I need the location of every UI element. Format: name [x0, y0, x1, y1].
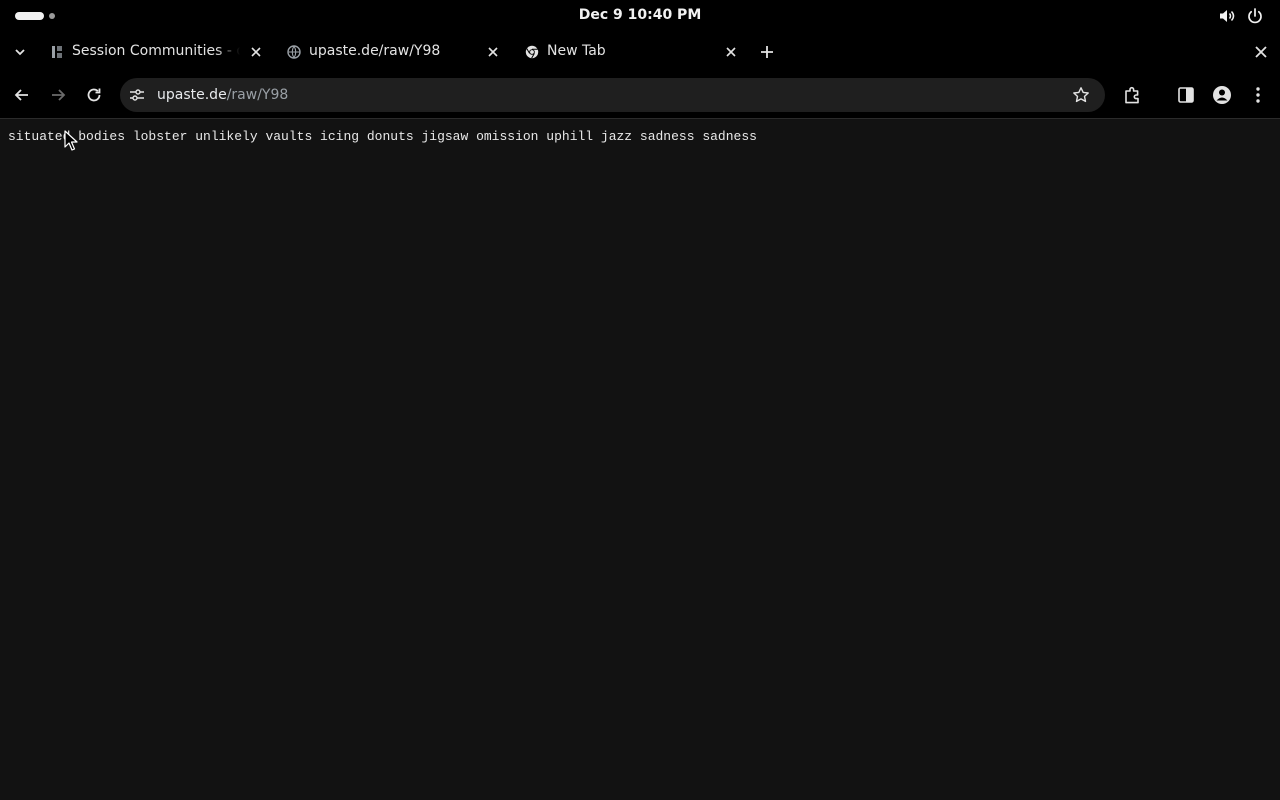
tab-title: Session Communities - o: [72, 43, 240, 59]
tab-search-chevron-icon[interactable]: [12, 46, 28, 58]
url-text: upaste.de/raw/Y98: [157, 87, 288, 103]
reload-icon[interactable]: [84, 85, 104, 105]
tab-strip: Session Communities - o upaste.de/raw/Y9…: [0, 32, 1280, 72]
close-tab-icon[interactable]: [487, 46, 499, 58]
tab-upaste[interactable]: upaste.de/raw/Y98: [287, 36, 503, 68]
mouse-pointer-icon: [64, 130, 78, 151]
session-icon: [52, 46, 62, 58]
power-icon[interactable]: [1246, 7, 1264, 25]
chrome-icon: [525, 45, 539, 59]
more-menu-icon[interactable]: [1248, 85, 1268, 105]
side-panel-icon[interactable]: [1176, 85, 1196, 105]
page-content: situated bodies lobster unlikely vaults …: [0, 119, 1280, 800]
bookmark-star-icon[interactable]: [1072, 86, 1090, 104]
extensions-puzzle-icon[interactable]: [1123, 85, 1143, 105]
tab-title: New Tab: [547, 43, 606, 59]
back-arrow-icon[interactable]: [12, 85, 32, 105]
url-path: /raw/Y98: [226, 87, 289, 103]
browser-toolbar: upaste.de/raw/Y98: [0, 72, 1280, 119]
tab-session-communities[interactable]: Session Communities - o: [50, 36, 266, 68]
volume-icon[interactable]: [1218, 7, 1236, 25]
close-window-icon[interactable]: [1255, 46, 1267, 58]
site-info-tune-icon[interactable]: [129, 88, 145, 102]
clock[interactable]: Dec 9 10:40 PM: [0, 7, 1280, 23]
close-tab-icon[interactable]: [250, 46, 262, 58]
system-top-bar: Dec 9 10:40 PM: [0, 0, 1280, 32]
globe-icon: [287, 45, 301, 59]
tab-new-tab[interactable]: New Tab: [525, 36, 741, 68]
raw-paste-text: situated bodies lobster unlikely vaults …: [8, 129, 757, 144]
url-host: upaste.de: [157, 87, 227, 103]
address-bar[interactable]: upaste.de/raw/Y98: [120, 78, 1105, 112]
close-tab-icon[interactable]: [725, 46, 737, 58]
new-tab-plus-icon[interactable]: [760, 45, 774, 59]
profile-avatar-icon[interactable]: [1212, 85, 1232, 105]
forward-arrow-icon[interactable]: [48, 85, 68, 105]
tab-title: upaste.de/raw/Y98: [309, 43, 441, 59]
